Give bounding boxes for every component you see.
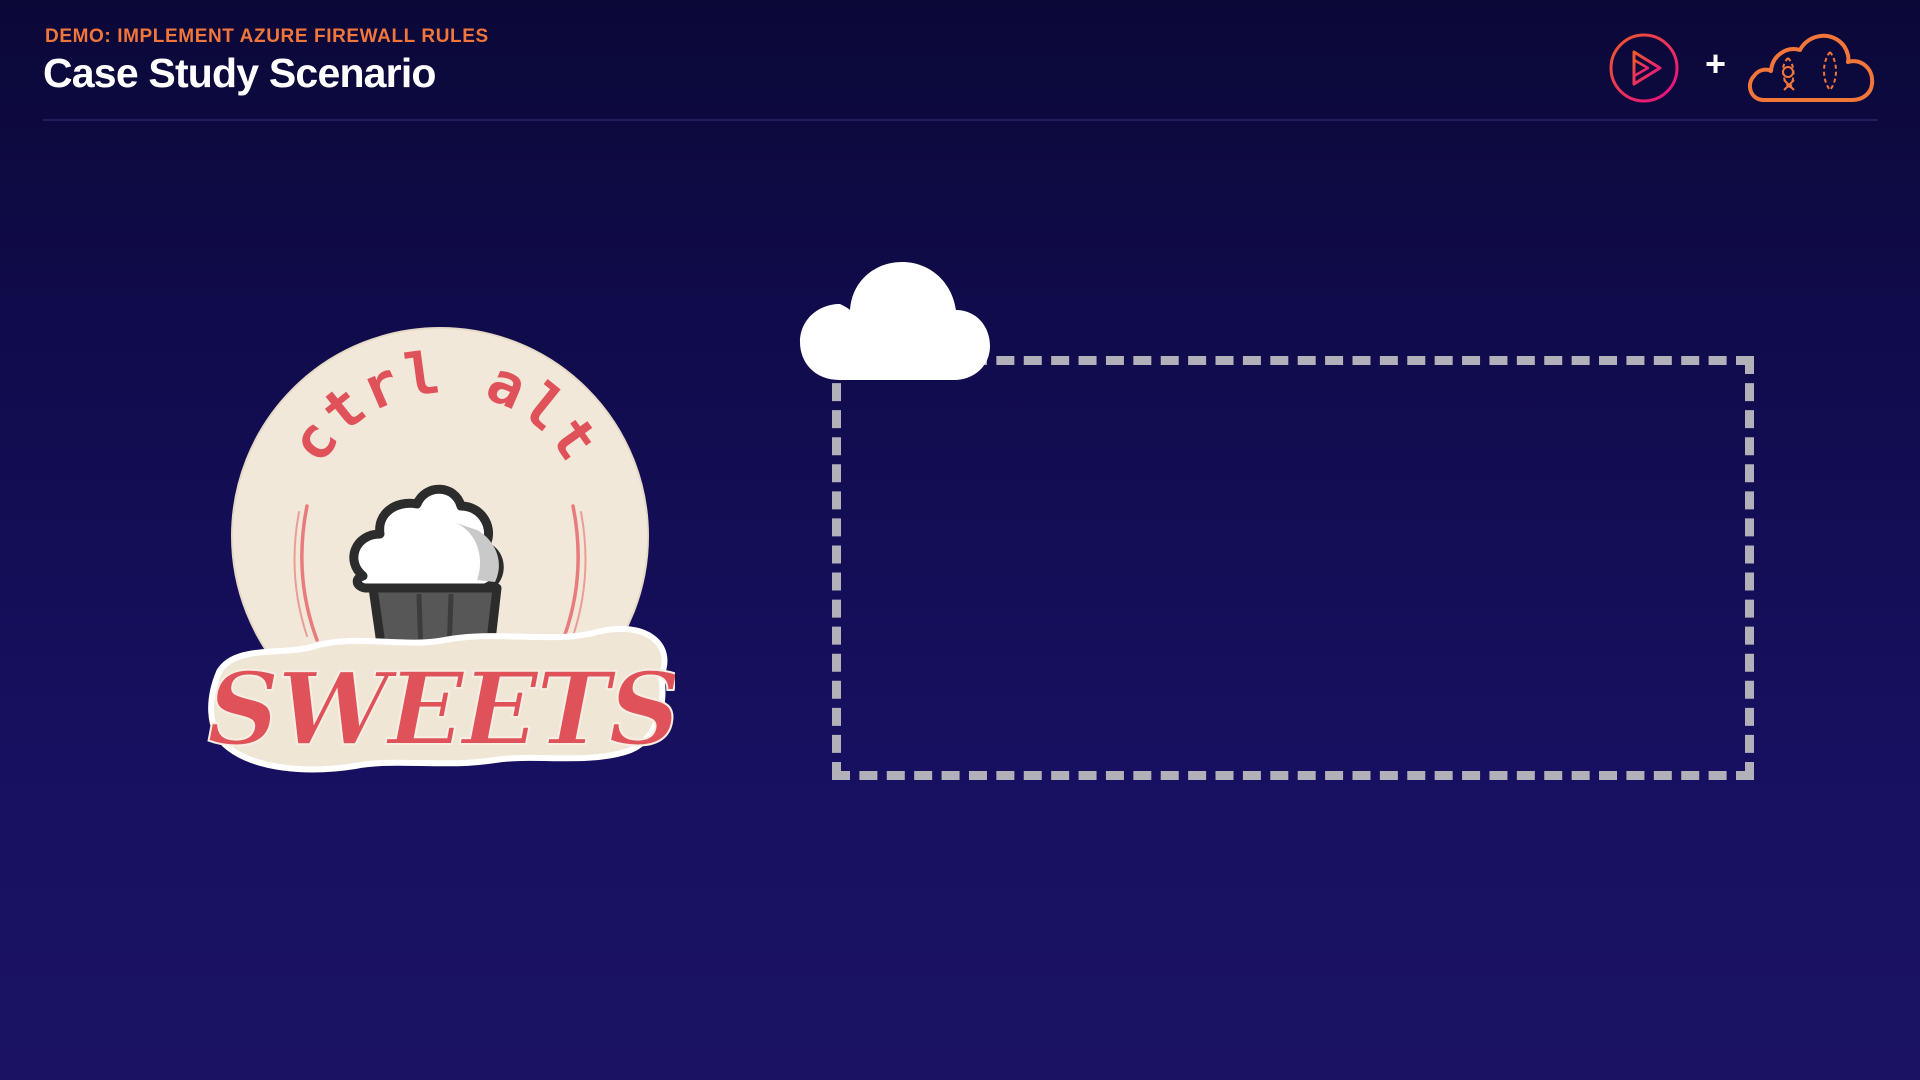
brand-logos: + <box>1608 28 1878 106</box>
play-logo-icon <box>1609 33 1679 103</box>
cloud-icon <box>800 262 990 380</box>
acg-cloud-icon <box>1747 34 1875 102</box>
plus-sign: + <box>1705 43 1727 84</box>
network-boundary <box>832 356 1754 780</box>
page-title: Case Study Scenario <box>43 50 436 96</box>
network-diagram <box>796 258 1796 798</box>
sweets-banner: SWEETS <box>206 625 675 773</box>
slide-eyebrow: DEMO: IMPLEMENT AZURE FIREWALL RULES <box>45 26 489 47</box>
header-divider <box>43 119 1878 121</box>
logo-bottom-text: SWEETS <box>207 650 675 768</box>
ctrl-alt-sweets-logo: ctrl alt SWEETS <box>206 327 675 773</box>
